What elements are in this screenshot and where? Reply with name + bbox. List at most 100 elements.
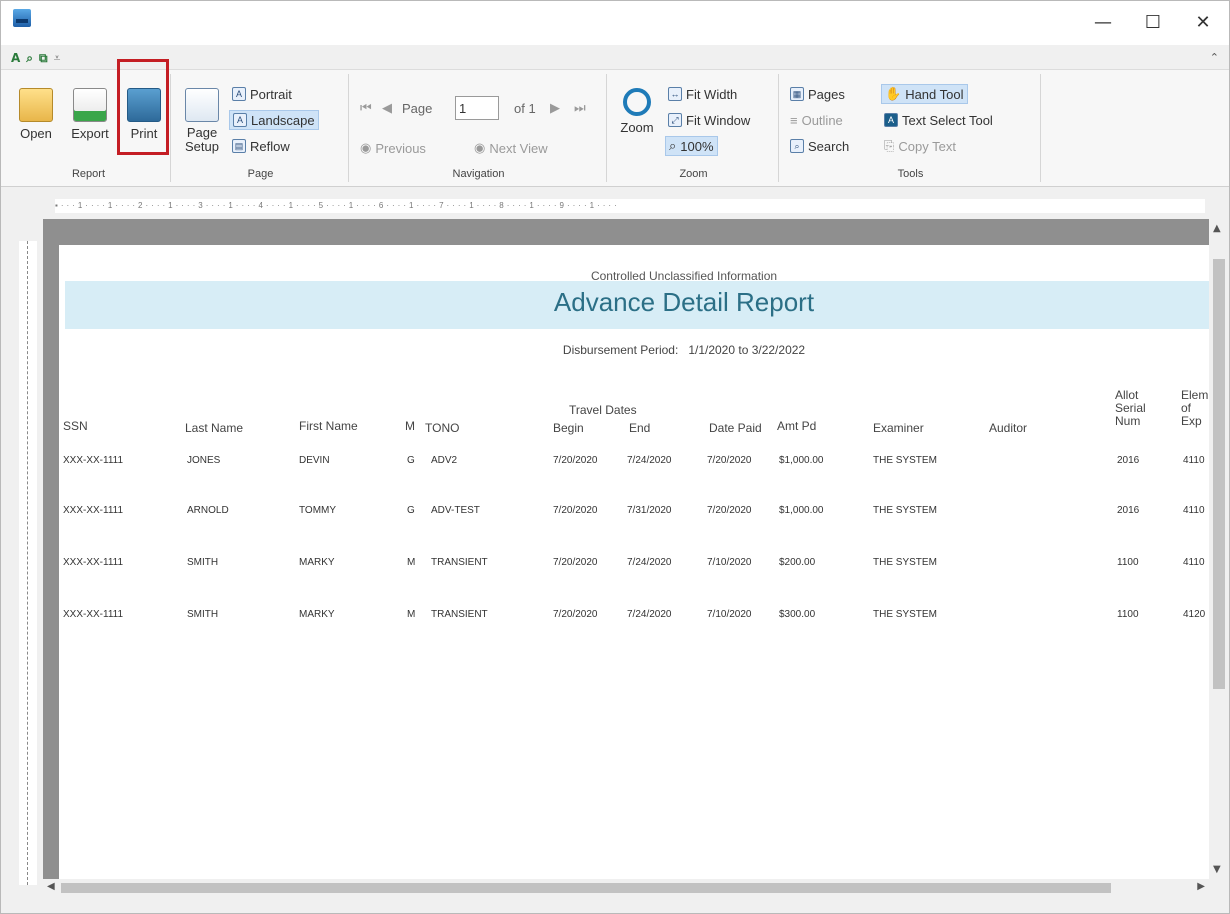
scroll-right-icon[interactable]: ▶: [1197, 881, 1205, 892]
col-allot-serial-num: Allot Serial Num: [1115, 389, 1146, 428]
horizontal-scroll-thumb[interactable]: [61, 883, 1111, 893]
prev-page-button[interactable]: ◀: [379, 98, 395, 118]
zoom-button[interactable]: Zoom: [613, 80, 661, 160]
folder-icon: [19, 88, 53, 122]
cell-examiner: THE SYSTEM: [873, 505, 937, 516]
export-button[interactable]: Export: [65, 80, 115, 160]
scroll-up-icon[interactable]: ▲: [1213, 223, 1221, 234]
col-elem-of-exp: Elem of Exp: [1181, 389, 1208, 428]
period-value: 1/1/2020 to 3/22/2022: [688, 343, 806, 357]
cell-paid: 7/20/2020: [707, 505, 752, 516]
tools-group-label: Tools: [897, 168, 924, 180]
page-number-input[interactable]: 1: [455, 96, 499, 120]
fit-width-button[interactable]: ↔ Fit Width: [665, 84, 740, 104]
portrait-label: Portrait: [250, 86, 292, 102]
fit-width-label: Fit Width: [686, 86, 738, 102]
reflow-label: Reflow: [250, 138, 290, 154]
outline-button[interactable]: ≡ Outline: [787, 110, 846, 130]
search-button[interactable]: ⌕ Search: [787, 136, 852, 156]
hand-tool-label: Hand Tool: [905, 86, 964, 102]
open-button[interactable]: Open: [11, 80, 61, 160]
maximize-button[interactable]: ☐: [1133, 11, 1173, 35]
hand-tool-button[interactable]: ✋ Hand Tool: [881, 84, 968, 104]
print-highlight-box: [117, 59, 169, 155]
cell-last: ARNOLD: [187, 505, 229, 516]
reflow-button[interactable]: ▤ Reflow: [229, 136, 293, 156]
cell-begin: 7/20/2020: [553, 609, 598, 620]
minimize-button[interactable]: —: [1083, 11, 1123, 35]
search-label: Search: [808, 138, 850, 154]
cell-tono: ADV-TEST: [431, 505, 480, 516]
search-quick-icon[interactable]: ⌕: [26, 51, 33, 66]
fit-window-label: Fit Window: [686, 112, 751, 128]
disbursement-period: Disbursement Period: 1/1/2020 to 3/22/20…: [59, 343, 1209, 357]
vertical-scrollbar[interactable]: ▲ ▼: [1209, 219, 1229, 879]
close-button[interactable]: ✕: [1183, 11, 1223, 35]
scroll-left-icon[interactable]: ◀: [47, 881, 55, 892]
page-setup-label-line1: Page: [186, 125, 218, 140]
cell-m: M: [407, 609, 416, 620]
customize-quick-icon[interactable]: ⩡: [54, 51, 61, 66]
landscape-button[interactable]: A Landscape: [229, 110, 319, 130]
portrait-button[interactable]: A Portrait: [229, 84, 295, 104]
cell-last: JONES: [187, 455, 221, 466]
vertical-scroll-thumb[interactable]: [1213, 259, 1225, 689]
text-select-quick-icon[interactable]: A: [11, 51, 20, 65]
export-icon: [73, 88, 107, 122]
cell-end: 7/31/2020: [627, 505, 672, 516]
page-setup-button[interactable]: Page Setup: [177, 80, 227, 160]
fit-window-button[interactable]: ⤢ Fit Window: [665, 110, 753, 130]
back-icon: ◉: [360, 140, 372, 155]
zoom-group: Zoom ↔ Fit Width ⤢ Fit Window ⌕ 100% Zoo…: [609, 74, 779, 182]
outline-label: Outline: [801, 112, 843, 128]
previous-label: Previous: [375, 140, 426, 156]
col-travel-dates: Travel Dates: [569, 403, 637, 417]
cell-first: MARKY: [299, 557, 335, 568]
landscape-label: Landscape: [251, 112, 315, 128]
cell-allot: 2016: [1117, 455, 1140, 466]
allot-line3: Num: [1115, 414, 1141, 428]
previous-view-button[interactable]: ◉ Previous: [357, 138, 429, 158]
portrait-icon: A: [232, 87, 246, 101]
copy-text-button[interactable]: ⎘ Copy Text: [881, 136, 959, 156]
pages-button[interactable]: ▦ Pages: [787, 84, 848, 104]
cell-ssn: XXX-XX-1111: [63, 455, 124, 466]
text-select-label: Text Select Tool: [902, 112, 993, 128]
cell-paid: 7/20/2020: [707, 455, 752, 466]
zoom-100-button[interactable]: ⌕ 100%: [665, 136, 718, 156]
next-page-icon: ▶: [550, 100, 560, 115]
cell-examiner: THE SYSTEM: [873, 557, 937, 568]
text-select-tool-button[interactable]: A Text Select Tool: [881, 110, 996, 130]
copy-icon: ⎘: [884, 138, 895, 153]
cell-tono: ADV2: [431, 455, 458, 466]
horizontal-scrollbar[interactable]: ◀ ▶: [43, 879, 1209, 897]
col-amt-pd: Amt Pd: [777, 419, 817, 433]
zoom-group-label: Zoom: [679, 168, 708, 180]
cell-examiner: THE SYSTEM: [873, 455, 937, 466]
pages-label: Pages: [808, 86, 845, 102]
report-title: Advance Detail Report: [553, 287, 815, 317]
last-page-button[interactable]: ⏭: [571, 98, 589, 118]
scroll-down-icon[interactable]: ▼: [1213, 864, 1221, 875]
first-page-icon: ⏮: [360, 100, 372, 115]
cell-ssn: XXX-XX-1111: [63, 609, 124, 620]
cell-tono: TRANSIENT: [431, 609, 488, 620]
collapse-ribbon-icon[interactable]: ⌃: [1210, 51, 1219, 64]
col-tono: TONO: [425, 421, 460, 435]
cell-begin: 7/20/2020: [553, 505, 598, 516]
col-date-paid: Date Paid: [709, 421, 762, 435]
page-label: Page: [402, 100, 433, 116]
page-count-label: of 1: [514, 100, 536, 116]
cell-first: MARKY: [299, 609, 335, 620]
cell-m: M: [407, 557, 416, 568]
export-label: Export: [71, 126, 109, 141]
landscape-icon: A: [233, 113, 247, 127]
outline-icon: ≡: [790, 112, 798, 128]
fit-width-icon: ↔: [668, 87, 682, 101]
document-viewport[interactable]: Controlled Unclassified Information Adva…: [43, 219, 1209, 879]
cell-end: 7/24/2020: [627, 609, 672, 620]
next-page-button[interactable]: ▶: [547, 98, 563, 118]
next-view-button[interactable]: ◉ Next View: [471, 138, 551, 158]
preview-quick-icon[interactable]: ⧉: [39, 51, 48, 66]
first-page-button[interactable]: ⏮: [357, 98, 375, 118]
